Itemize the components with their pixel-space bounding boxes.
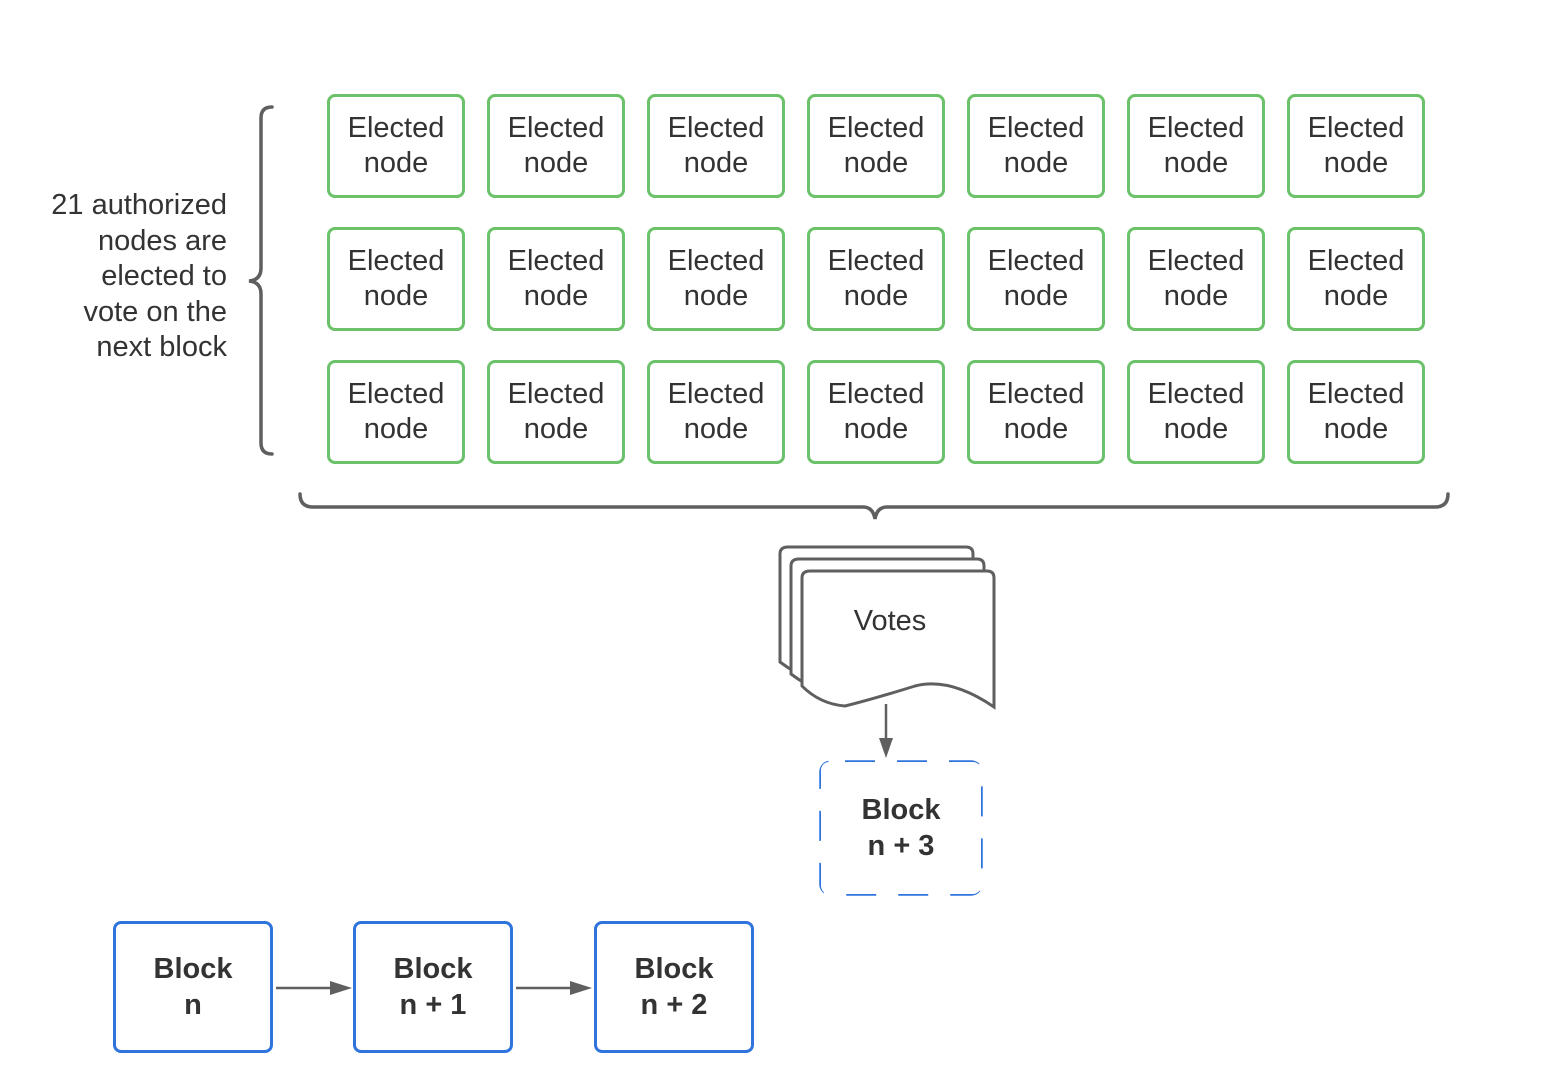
elected-node-sublabel: node (1163, 280, 1229, 312)
block-number: n (184, 989, 202, 1021)
elected-node[interactable]: Elected node (1127, 227, 1265, 331)
elected-nodes-caption: 21 authorized nodes are elected to vote … (20, 188, 227, 366)
elected-node-sublabel: node (683, 280, 749, 312)
elected-node-label: Elected (507, 112, 605, 144)
elected-node[interactable]: Elected node (647, 360, 785, 464)
elected-node[interactable]: Elected node (327, 227, 465, 331)
block-title: Block (634, 953, 714, 985)
elected-node-label: Elected (667, 378, 765, 410)
elected-node-sublabel: node (523, 147, 589, 179)
elected-node-sublabel: node (1003, 280, 1069, 312)
elected-node-label: Elected (827, 378, 925, 410)
elected-node-sublabel: node (1323, 280, 1389, 312)
elected-node[interactable]: Elected node (1127, 94, 1265, 198)
arrowhead-icon (879, 738, 893, 758)
elected-node-label: Elected (347, 245, 445, 277)
left-brace (248, 105, 274, 456)
block-number: n + 2 (640, 989, 708, 1021)
elected-node[interactable]: Elected node (807, 227, 945, 331)
block-number: n + 1 (399, 989, 467, 1021)
elected-node-label: Elected (987, 112, 1085, 144)
elected-node[interactable]: Elected node (1287, 227, 1425, 331)
elected-node-sublabel: node (1323, 413, 1389, 445)
chain-block[interactable]: Block n (113, 921, 273, 1053)
elected-node-sublabel: node (843, 147, 909, 179)
elected-node-sublabel: node (843, 280, 909, 312)
elected-node-sublabel: node (843, 413, 909, 445)
block-title: Block (393, 953, 473, 985)
elected-node-sublabel: node (523, 280, 589, 312)
elected-node[interactable]: Elected node (967, 227, 1105, 331)
elected-node[interactable]: Elected node (327, 360, 465, 464)
elected-node[interactable]: Elected node (487, 360, 625, 464)
elected-node[interactable]: Elected node (487, 227, 625, 331)
caption-line: vote on the (83, 295, 228, 328)
votes-label: Votes (853, 605, 927, 637)
elected-node-sublabel: node (1003, 413, 1069, 445)
elected-node[interactable]: Elected node (327, 94, 465, 198)
elected-node-label: Elected (667, 112, 765, 144)
elected-node-label: Elected (1147, 245, 1245, 277)
elected-node[interactable]: Elected node (807, 94, 945, 198)
elected-node-label: Elected (1147, 378, 1245, 410)
elected-node[interactable]: Elected node (807, 360, 945, 464)
elected-node-label: Elected (987, 378, 1085, 410)
elected-node[interactable]: Elected node (967, 94, 1105, 198)
elected-node-sublabel: node (1323, 147, 1389, 179)
elected-node-label: Elected (347, 112, 445, 144)
elected-node[interactable]: Elected node (1287, 94, 1425, 198)
elected-node-sublabel: node (523, 413, 589, 445)
elected-node-sublabel: node (363, 147, 429, 179)
caption-line: elected to (101, 260, 227, 292)
elected-node-label: Elected (1307, 245, 1405, 277)
bottom-brace (298, 492, 1450, 520)
elected-node-label: Elected (1307, 112, 1405, 144)
elected-node-label: Elected (507, 245, 605, 277)
elected-node[interactable]: Elected node (647, 94, 785, 198)
elected-node-sublabel: node (1003, 147, 1069, 179)
elected-node-label: Elected (667, 245, 765, 277)
elected-node[interactable]: Elected node (967, 360, 1105, 464)
caption-line: nodes are (98, 224, 227, 257)
caption-line: 21 authorized (51, 189, 227, 221)
elected-node-label: Elected (507, 378, 605, 410)
chain-block[interactable]: Block n + 2 (594, 921, 754, 1053)
arrowhead-icon (330, 981, 352, 995)
elected-node-sublabel: node (363, 280, 429, 312)
elected-node[interactable]: Elected node (1127, 360, 1265, 464)
elected-node-sublabel: node (683, 413, 749, 445)
pending-block-overlay (823, 764, 979, 892)
elected-node-label: Elected (827, 112, 925, 144)
votes-document (800, 569, 996, 710)
elected-node-label: Elected (347, 378, 445, 410)
elected-node[interactable]: Elected node (647, 227, 785, 331)
elected-node-sublabel: node (363, 413, 429, 445)
elected-node-label: Elected (827, 245, 925, 277)
chain-block[interactable]: Block n + 1 (353, 921, 513, 1053)
elected-node-label: Elected (987, 245, 1085, 277)
elected-node-sublabel: node (1163, 413, 1229, 445)
elected-node-label: Elected (1147, 112, 1245, 144)
elected-node[interactable]: Elected node (1287, 360, 1425, 464)
elected-node-sublabel: node (683, 147, 749, 179)
arrowhead-icon (570, 981, 592, 995)
elected-node-label: Elected (1307, 378, 1405, 410)
block-title: Block (153, 953, 233, 985)
elected-node[interactable]: Elected node (487, 94, 625, 198)
caption-line: next block (96, 331, 227, 363)
elected-node-sublabel: node (1163, 147, 1229, 179)
